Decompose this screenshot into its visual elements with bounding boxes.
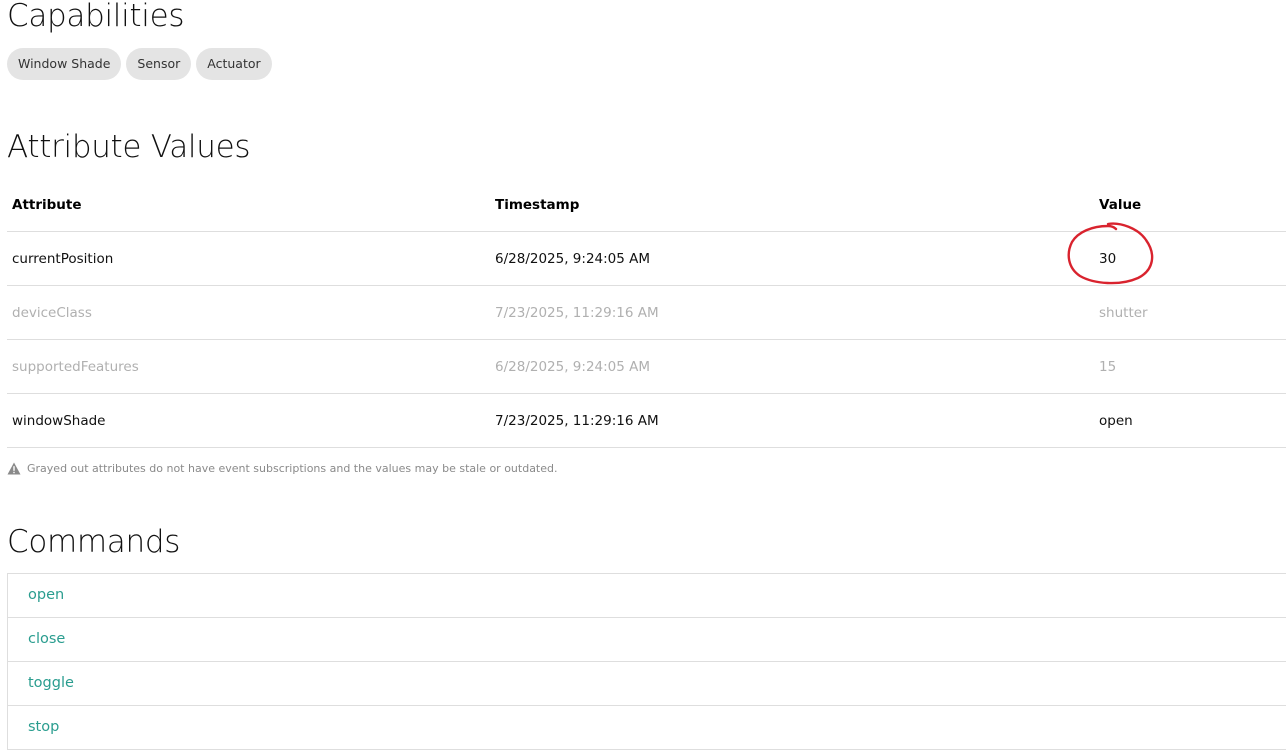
capability-chips: Window Shade Sensor Actuator <box>7 48 272 80</box>
attribute-value: open <box>1094 393 1286 448</box>
attribute-timestamp: 7/23/2025, 11:29:16 AM <box>490 393 1094 448</box>
value-column-header: Value <box>1094 178 1286 232</box>
capability-chip[interactable]: Actuator <box>196 48 272 80</box>
attribute-timestamp: 6/28/2025, 9:24:05 AM <box>490 339 1094 394</box>
attribute-name: supportedFeatures <box>7 339 490 394</box>
table-row: currentPosition 6/28/2025, 9:24:05 AM 30 <box>7 222 1286 286</box>
attribute-name: currentPosition <box>7 231 490 286</box>
commands-list: open close toggle stop <box>7 573 1286 750</box>
attribute-name: deviceClass <box>7 285 490 340</box>
attribute-timestamp: 7/23/2025, 11:29:16 AM <box>490 285 1094 340</box>
capability-chip[interactable]: Sensor <box>126 48 192 80</box>
table-header-row: Attribute Timestamp Value <box>7 178 1286 232</box>
command-stop[interactable]: stop <box>8 706 1286 750</box>
warning-icon <box>7 462 21 475</box>
command-close[interactable]: close <box>8 618 1286 662</box>
attribute-values-table: Attribute Timestamp Value currentPositio… <box>7 178 1286 448</box>
attribute-value-cell: 30 <box>1067 222 1286 286</box>
table-row: deviceClass 7/23/2025, 11:29:16 AM shutt… <box>7 285 1286 340</box>
commands-heading: Commands <box>7 524 181 560</box>
attribute-value: shutter <box>1094 285 1286 340</box>
stale-attributes-note-text: Grayed out attributes do not have event … <box>27 462 558 475</box>
attribute-column-header: Attribute <box>7 178 490 232</box>
command-open[interactable]: open <box>8 574 1286 618</box>
table-row: windowShade 7/23/2025, 11:29:16 AM open <box>7 393 1286 448</box>
attribute-timestamp: 6/28/2025, 9:24:05 AM <box>490 231 1094 286</box>
attribute-name: windowShade <box>7 393 490 448</box>
attribute-value: 15 <box>1094 339 1286 394</box>
attribute-values-heading: Attribute Values <box>7 129 251 165</box>
timestamp-column-header: Timestamp <box>490 178 1094 232</box>
capabilities-heading: Capabilities <box>7 0 185 34</box>
command-toggle[interactable]: toggle <box>8 662 1286 706</box>
table-row: supportedFeatures 6/28/2025, 9:24:05 AM … <box>7 339 1286 394</box>
attribute-value: 30 <box>1099 250 1117 267</box>
capability-chip[interactable]: Window Shade <box>7 48 122 80</box>
stale-attributes-note: Grayed out attributes do not have event … <box>7 462 558 475</box>
